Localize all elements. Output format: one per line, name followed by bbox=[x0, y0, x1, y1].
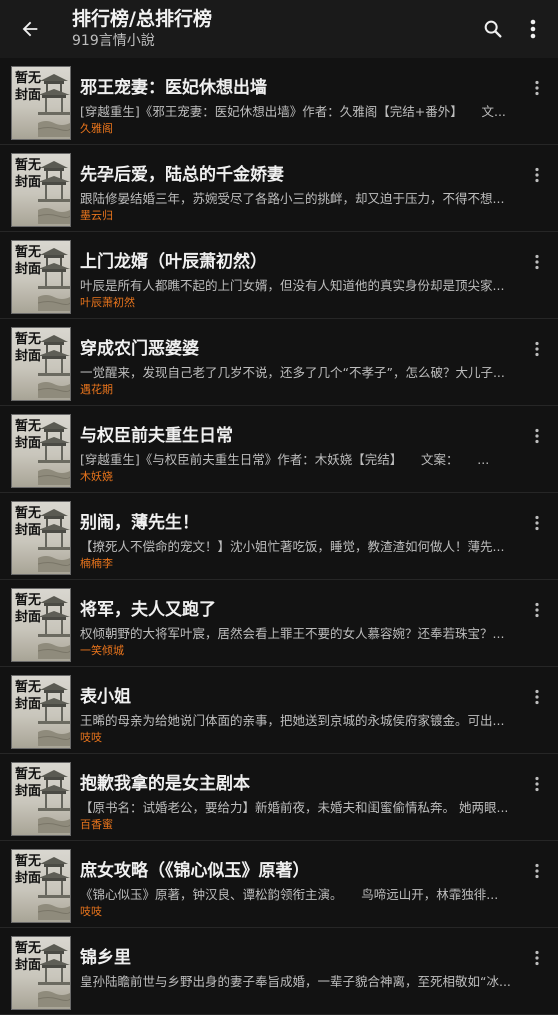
book-cover: 暂无封面 bbox=[11, 327, 71, 401]
more-vert-icon bbox=[535, 167, 539, 183]
item-more-button[interactable] bbox=[528, 774, 546, 794]
book-cover: 暂无封面 bbox=[11, 936, 71, 1010]
book-author: 吱吱 bbox=[80, 905, 102, 918]
pavilion-illustration bbox=[38, 74, 70, 137]
book-list-item[interactable]: 暂无封面 上门龙婿（叶辰萧初然） 叶辰是所有人都瞧不起的上门女婿，但没有人知道他… bbox=[0, 232, 558, 319]
page-title: 排行榜/总排行榜 bbox=[72, 8, 212, 30]
book-author: 久雅阁 bbox=[80, 122, 113, 135]
book-cover: 暂无封面 bbox=[11, 588, 71, 662]
book-description: 叶辰是所有人都瞧不起的上门女婿，但没有人知道他的真实身份却是顶尖家... bbox=[80, 278, 505, 293]
book-author: 墨云归 bbox=[80, 209, 113, 222]
book-list-item[interactable]: 暂无封面 表小姐 王晞的母亲为给她说门体面的亲事，把她送到京城的永城侯府家镀金。… bbox=[0, 667, 558, 754]
book-description: 皇孙陆瞻前世与乡野出身的妻子奉旨成婚，一辈子貌合神离，至死相敬如“冰... bbox=[80, 974, 511, 989]
book-list: 暂无封面 邪王宠妻：医妃休想出墙 [穿越重生]《邪王宠妻：医妃休想出墙》作者：久… bbox=[0, 58, 558, 1015]
book-cover: 暂无封面 bbox=[11, 66, 71, 140]
item-more-button[interactable] bbox=[528, 339, 546, 359]
item-more-button[interactable] bbox=[528, 78, 546, 98]
book-cover: 暂无封面 bbox=[11, 240, 71, 314]
book-description: [穿越重生]《邪王宠妻：医妃休想出墙》作者：久雅阁【完结+番外】 文... bbox=[80, 104, 506, 119]
pavilion-illustration bbox=[38, 161, 70, 224]
title-block: 排行榜/总排行榜 919言情小說 bbox=[72, 6, 212, 50]
book-cover: 暂无封面 bbox=[11, 414, 71, 488]
more-vert-icon bbox=[535, 602, 539, 618]
book-author: 木妖娆 bbox=[80, 470, 113, 483]
arrow-back-icon bbox=[22, 21, 38, 37]
overflow-menu-button[interactable] bbox=[520, 16, 546, 42]
pavilion-illustration bbox=[38, 683, 70, 746]
book-description: 一觉醒来，发现自己老了几岁不说，还多了几个“不孝子”，怎么破？大儿子... bbox=[80, 365, 505, 380]
pavilion-illustration bbox=[38, 248, 70, 311]
book-list-item[interactable]: 暂无封面 穿成农门恶婆婆 一觉醒来，发现自己老了几岁不说，还多了几个“不孝子”，… bbox=[0, 319, 558, 406]
book-description: [穿越重生]《与权臣前夫重生日常》作者：木妖娆【完结】 文案： ... bbox=[80, 452, 490, 467]
item-more-button[interactable] bbox=[528, 600, 546, 620]
item-more-button[interactable] bbox=[528, 861, 546, 881]
item-more-button[interactable] bbox=[528, 426, 546, 446]
book-title: 抱歉我拿的是女主剧本 bbox=[80, 774, 250, 794]
more-vert-icon bbox=[535, 863, 539, 879]
book-title: 穿成农门恶婆婆 bbox=[80, 339, 199, 359]
book-author: 吱吱 bbox=[80, 731, 102, 744]
book-list-item[interactable]: 暂无封面 别闹，薄先生！ 【撩死人不偿命的宠文！】沈小姐忙著吃饭，睡觉，教渣渣如… bbox=[0, 493, 558, 580]
book-cover: 暂无封面 bbox=[11, 675, 71, 749]
book-title: 邪王宠妻：医妃休想出墙 bbox=[80, 78, 267, 98]
page-subtitle: 919言情小說 bbox=[72, 33, 155, 49]
book-description: 【原书名：试婚老公，要给力】新婚前夜，未婚夫和闺蜜偷情私奔。 她两眼... bbox=[80, 800, 509, 815]
book-list-item[interactable]: 暂无封面 将军，夫人又跑了 权倾朝野的大将军叶宸，居然会看上罪王不要的女人慕容婉… bbox=[0, 580, 558, 667]
book-list-item[interactable]: 暂无封面 与权臣前夫重生日常 [穿越重生]《与权臣前夫重生日常》作者：木妖娆【完… bbox=[0, 406, 558, 493]
book-title: 先孕后爱，陆总的千金娇妻 bbox=[80, 165, 284, 185]
book-cover: 暂无封面 bbox=[11, 849, 71, 923]
book-list-item[interactable]: 暂无封面 邪王宠妻：医妃休想出墙 [穿越重生]《邪王宠妻：医妃休想出墙》作者：久… bbox=[0, 58, 558, 145]
pavilion-illustration bbox=[38, 335, 70, 398]
pavilion-illustration bbox=[38, 770, 70, 833]
item-more-button[interactable] bbox=[528, 165, 546, 185]
item-more-button[interactable] bbox=[528, 513, 546, 533]
pavilion-illustration bbox=[38, 944, 70, 1007]
app-bar: 排行榜/总排行榜 919言情小說 bbox=[0, 0, 558, 58]
book-list-item[interactable]: 暂无封面 先孕后爱，陆总的千金娇妻 跟陆修晏结婚三年，苏婉受尽了各路小三的挑衅，… bbox=[0, 145, 558, 232]
book-title: 庶女攻略（《锦心似玉》原著） bbox=[80, 861, 310, 881]
book-title: 与权臣前夫重生日常 bbox=[80, 426, 233, 446]
book-cover: 暂无封面 bbox=[11, 762, 71, 836]
pavilion-illustration bbox=[38, 857, 70, 920]
pavilion-illustration bbox=[38, 509, 70, 572]
book-description: 王晞的母亲为给她说门体面的亲事，把她送到京城的永城侯府家镀金。可出... bbox=[80, 713, 505, 728]
item-more-button[interactable] bbox=[528, 687, 546, 707]
book-author: 楠楠李 bbox=[80, 557, 113, 570]
more-vert-icon bbox=[535, 428, 539, 444]
book-title: 上门龙婿（叶辰萧初然） bbox=[80, 252, 267, 272]
more-vert-icon bbox=[535, 515, 539, 531]
book-author: 叶辰萧初然 bbox=[80, 296, 135, 309]
item-more-button[interactable] bbox=[528, 252, 546, 272]
more-vert-icon bbox=[535, 950, 539, 966]
book-list-item[interactable]: 暂无封面 庶女攻略（《锦心似玉》原著） 《锦心似玉》原著，钟汉良、谭松韵领衔主演… bbox=[0, 841, 558, 928]
more-vert-icon bbox=[535, 80, 539, 96]
book-title: 别闹，薄先生！ bbox=[80, 513, 199, 533]
more-vert-icon bbox=[535, 776, 539, 792]
book-cover: 暂无封面 bbox=[11, 153, 71, 227]
book-title: 表小姐 bbox=[80, 687, 131, 707]
book-cover: 暂无封面 bbox=[11, 501, 71, 575]
pavilion-illustration bbox=[38, 422, 70, 485]
more-vert-icon bbox=[535, 689, 539, 705]
back-button[interactable] bbox=[16, 15, 44, 43]
book-author: 遇花期 bbox=[80, 383, 113, 396]
book-description: 《锦心似玉》原著，钟汉良、谭松韵领衔主演。 鸟啼远山开，林霏独徘... bbox=[80, 887, 499, 902]
more-vert-icon bbox=[535, 254, 539, 270]
item-more-button[interactable] bbox=[528, 948, 546, 968]
search-icon bbox=[484, 20, 502, 38]
book-title: 将军，夫人又跑了 bbox=[80, 600, 216, 620]
search-button[interactable] bbox=[480, 16, 506, 42]
book-description: 权倾朝野的大将军叶宸，居然会看上罪王不要的女人慕容婉？还奉若珠宝？... bbox=[80, 626, 505, 641]
more-vert-icon bbox=[530, 19, 536, 39]
book-author: 一笑倾城 bbox=[80, 644, 124, 657]
book-description: 【撩死人不偿命的宠文！】沈小姐忙著吃饭，睡觉，教渣渣如何做人！薄先... bbox=[80, 539, 505, 554]
book-author: 百香蜜 bbox=[80, 818, 113, 831]
more-vert-icon bbox=[535, 341, 539, 357]
pavilion-illustration bbox=[38, 596, 70, 659]
book-list-item[interactable]: 暂无封面 抱歉我拿的是女主剧本 【原书名：试婚老公，要给力】新婚前夜，未婚夫和闺… bbox=[0, 754, 558, 841]
book-description: 跟陆修晏结婚三年，苏婉受尽了各路小三的挑衅，却又迫于压力，不得不想... bbox=[80, 191, 505, 206]
book-title: 锦乡里 bbox=[80, 948, 131, 968]
